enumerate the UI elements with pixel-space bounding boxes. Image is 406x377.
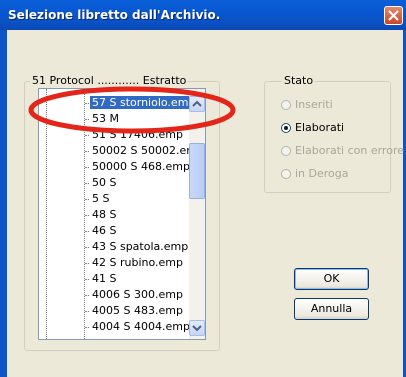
tree-item-label: 50 S [92, 176, 117, 189]
tree-connector [85, 294, 89, 296]
scrollbar-thumb[interactable] [189, 143, 205, 199]
tree-connector [85, 182, 89, 184]
radio-button [281, 169, 291, 179]
tree-item-label: 51 S 17406.emp [92, 128, 183, 141]
tree-item[interactable]: 42 S rubino.emp [85, 255, 185, 270]
tree-item-label: 4004 S 4004.emp [92, 320, 190, 333]
tree-connector [85, 134, 89, 136]
tree-connector [85, 102, 89, 104]
tree-item[interactable]: 4004 S 4004.emp [85, 319, 192, 334]
tree-connector [85, 198, 89, 200]
tree-group-legend: 51 Protocol ............ Estratto [30, 74, 189, 87]
tree-item-label: 42 S rubino.emp [92, 256, 183, 269]
chevron-up-icon [192, 100, 202, 107]
tree-connector [85, 230, 89, 232]
tree-connector [85, 150, 89, 152]
tree-connector [85, 246, 89, 248]
tree-item-label: 4006 S 300.emp [92, 288, 183, 301]
tree-connector [85, 326, 89, 328]
window-title: Selezione libretto dall'Archivio. [8, 8, 221, 22]
tree-item-label: 50000 S 468.emp [92, 160, 190, 173]
tree-item[interactable]: 50000 S 468.emp [85, 159, 192, 174]
tree-item-label: 57 S storniolo.emp [90, 96, 198, 109]
tree-connector [85, 310, 89, 312]
ok-button[interactable]: OK [294, 268, 369, 290]
tree-item[interactable]: 4006 S 300.emp [85, 287, 185, 302]
tree-item[interactable]: 53 M [85, 111, 121, 126]
stato-legend: Stato [282, 74, 316, 87]
scroll-up-button[interactable] [189, 96, 205, 112]
tree-item-label: 53 M [92, 112, 119, 125]
tree-item-label: 48 S [92, 208, 117, 221]
tree-line-root [46, 89, 47, 339]
tree-item[interactable]: 50002 S 50002.emp [85, 143, 205, 158]
radio-dot-icon [284, 126, 288, 130]
window-border-left [0, 30, 7, 377]
archive-tree-list[interactable]: 57 S storniolo.emp 53 M 51 S 17406.emp 5000… [38, 88, 206, 340]
tree-item-label: 5 S [92, 192, 110, 205]
tree-item[interactable]: 50 S [85, 175, 118, 190]
tree-item[interactable]: 5 S [85, 191, 111, 206]
tree-item-label: 46 S [92, 224, 117, 237]
tree-item[interactable]: 48 S [85, 207, 118, 222]
vertical-scrollbar[interactable] [189, 89, 205, 339]
tree-item[interactable]: 43 S spatola.emp [85, 239, 190, 254]
radio-button [281, 146, 291, 156]
radio-label: in Deroga [295, 167, 349, 180]
radio-label: Elaborati [295, 121, 345, 134]
tree-connector [85, 166, 89, 168]
title-bar[interactable]: Selezione libretto dall'Archivio. [0, 0, 406, 30]
tree-item-label: 4005 S 483.emp [92, 304, 183, 317]
tree-item[interactable]: 51 S 17406.emp [85, 127, 185, 142]
cancel-button[interactable]: Annulla [294, 298, 369, 320]
tree-item[interactable]: 57 S storniolo.emp [85, 95, 198, 110]
tree-item[interactable]: 41 S [85, 271, 118, 286]
radio-button[interactable] [281, 123, 291, 133]
close-button[interactable] [384, 6, 403, 25]
radio-label: Elaborati con errore [295, 144, 404, 157]
tree-connector [85, 118, 89, 120]
tree-item[interactable]: 4005 S 483.emp [85, 303, 185, 318]
tree-item[interactable]: 46 S [85, 223, 118, 238]
tree-item-label: 41 S [92, 272, 117, 285]
radio-button [281, 100, 291, 110]
close-icon [388, 10, 399, 21]
tree-connector [85, 278, 89, 280]
dialog-window: Selezione libretto dall'Archivio. 51 Pro… [0, 0, 406, 377]
radio-label: Inseriti [295, 98, 333, 111]
tree-item-label: 43 S spatola.emp [92, 240, 189, 253]
tree-connector [85, 214, 89, 216]
chevron-down-icon [192, 325, 202, 332]
scroll-down-button[interactable] [189, 320, 205, 336]
tree-connector [85, 262, 89, 264]
